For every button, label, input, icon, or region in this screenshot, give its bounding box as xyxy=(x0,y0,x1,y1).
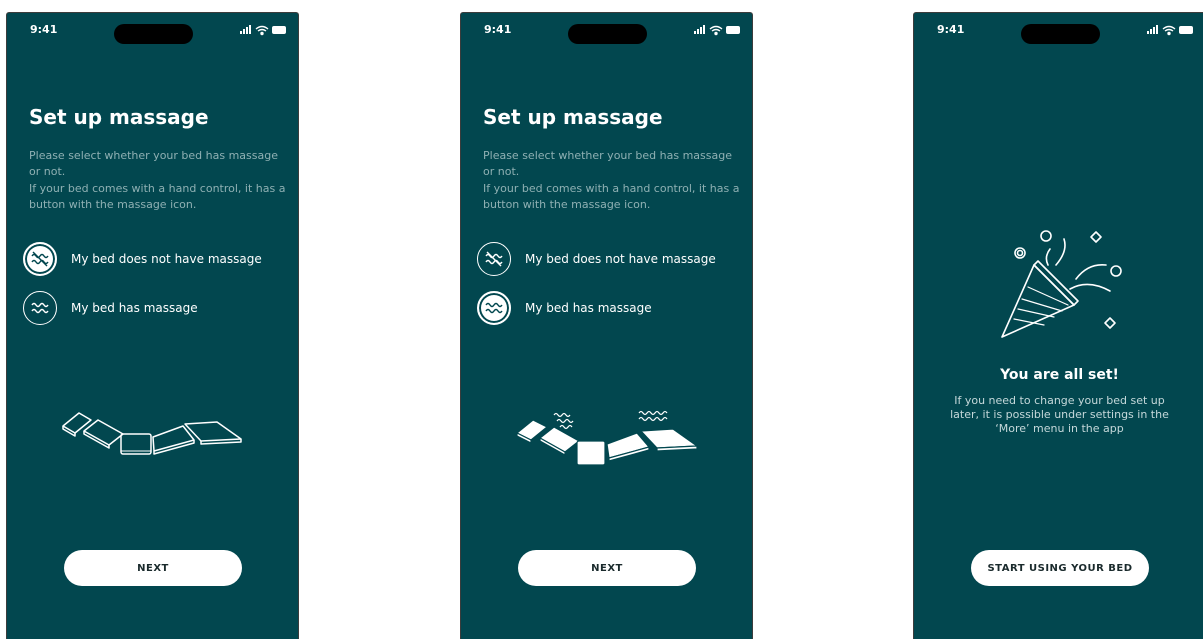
radio-unselected[interactable] xyxy=(23,291,57,325)
battery-icon xyxy=(272,26,286,34)
status-icons xyxy=(1147,25,1193,36)
radio-unselected[interactable] xyxy=(477,242,511,276)
option-label: My bed does not have massage xyxy=(525,252,716,266)
page-title: Set up massage xyxy=(483,105,663,129)
description-line: Please select whether your bed has massa… xyxy=(483,149,732,179)
option-label: My bed does not have massage xyxy=(71,252,262,266)
massage-icon xyxy=(31,302,49,314)
adjustable-bed-illustration xyxy=(62,412,242,455)
signal-icon xyxy=(1147,25,1158,34)
start-using-bed-button[interactable]: START USING YOUR BED xyxy=(971,550,1149,586)
dynamic-island xyxy=(114,24,193,44)
battery-icon xyxy=(726,26,740,34)
option-has-massage[interactable]: My bed has massage xyxy=(23,291,283,327)
status-time: 9:41 xyxy=(937,23,965,36)
description-line: If your bed comes with a hand control, i… xyxy=(483,181,740,211)
status-icons xyxy=(694,25,740,36)
status-time: 9:41 xyxy=(484,23,512,36)
radio-selected[interactable] xyxy=(23,242,57,276)
dynamic-island xyxy=(1021,24,1100,44)
next-button[interactable]: NEXT xyxy=(64,550,242,586)
no-massage-icon xyxy=(31,251,49,267)
signal-icon xyxy=(240,25,251,34)
wifi-icon xyxy=(1162,25,1176,36)
party-popper-icon xyxy=(1001,230,1122,338)
page-description: Please select whether your bed has massa… xyxy=(483,148,741,213)
status-bar: 9:41 xyxy=(914,13,1203,53)
battery-icon xyxy=(1179,26,1193,34)
massage-bed-illustration xyxy=(516,410,698,466)
signal-icon xyxy=(694,25,705,34)
option-label: My bed has massage xyxy=(525,301,652,315)
status-time: 9:41 xyxy=(30,23,58,36)
page-description: If you need to change your bed set up la… xyxy=(950,394,1169,435)
page-title: You are all set! xyxy=(1000,367,1119,383)
next-button[interactable]: NEXT xyxy=(518,550,696,586)
wifi-icon xyxy=(255,25,269,36)
status-icons xyxy=(240,25,286,36)
wifi-icon xyxy=(709,25,723,36)
phone-screen-3: 9:41 You are all set! If you need to cha… xyxy=(913,12,1203,639)
option-no-massage[interactable]: My bed does not have massage xyxy=(23,242,283,278)
massage-icon xyxy=(485,302,503,314)
dynamic-island xyxy=(568,24,647,44)
description-line: If your bed comes with a hand control, i… xyxy=(29,181,286,211)
status-bar: 9:41 xyxy=(461,13,752,53)
description-line: Please select whether your bed has massa… xyxy=(29,149,278,179)
option-no-massage[interactable]: My bed does not have massage xyxy=(477,242,737,278)
status-bar: 9:41 xyxy=(7,13,298,53)
page-description: Please select whether your bed has massa… xyxy=(29,148,287,213)
radio-selected[interactable] xyxy=(477,291,511,325)
option-has-massage[interactable]: My bed has massage xyxy=(477,291,737,327)
page-title: Set up massage xyxy=(29,105,209,129)
option-label: My bed has massage xyxy=(71,301,198,315)
phone-screen-2: 9:41 Set up massage Please select whethe… xyxy=(460,12,753,639)
phone-screen-1: 9:41 Set up massage Please select whethe… xyxy=(6,12,299,639)
no-massage-icon xyxy=(485,251,503,267)
